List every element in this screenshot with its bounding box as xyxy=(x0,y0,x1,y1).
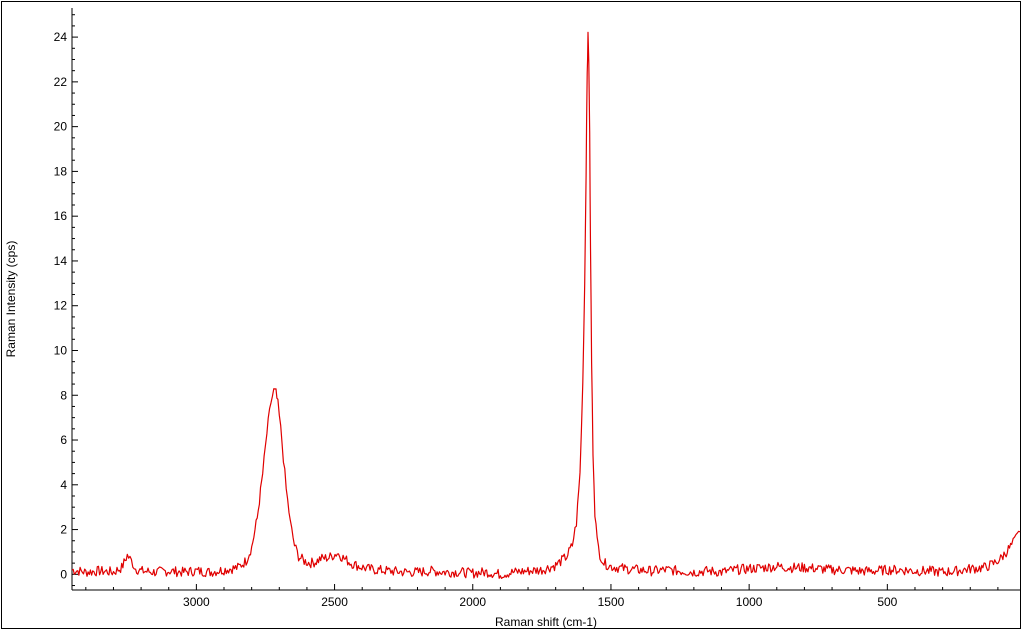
y-tick-label: 12 xyxy=(54,299,68,313)
y-tick-label: 14 xyxy=(54,254,68,268)
x-tick-label: 2500 xyxy=(321,595,348,609)
spectrum-line xyxy=(71,31,1021,579)
raman-spectrum-chart: 0246810121416182022243000 2500 2000 1500 100… xyxy=(4,8,1021,629)
y-tick-label: 16 xyxy=(54,209,68,223)
y-tick-label: 18 xyxy=(54,164,68,178)
y-tick-label: 6 xyxy=(60,433,67,447)
y-tick-label: 20 xyxy=(54,120,68,134)
x-tick-label: 1500 xyxy=(598,595,625,609)
y-axis-title: Raman Intensity (cps) xyxy=(4,241,18,358)
y-tick-label: 0 xyxy=(60,567,67,581)
x-tick-label: 2000 xyxy=(459,595,486,609)
x-tick-label: 3000 xyxy=(183,595,210,609)
y-tick-label: 2 xyxy=(60,523,67,537)
y-tick-label: 22 xyxy=(54,75,68,89)
plot-area: 0246810121416182022243000 2500 2000 1500 100… xyxy=(54,8,1021,609)
y-tick-label: 4 xyxy=(60,478,67,492)
y-tick-label: 24 xyxy=(54,30,68,44)
x-tick-label: 500 xyxy=(877,595,897,609)
x-axis-title: Raman shift (cm-1) xyxy=(495,615,597,629)
y-tick-label: 10 xyxy=(54,343,68,357)
y-tick-label: 8 xyxy=(60,388,67,402)
x-tick-label: 1000 xyxy=(736,595,763,609)
